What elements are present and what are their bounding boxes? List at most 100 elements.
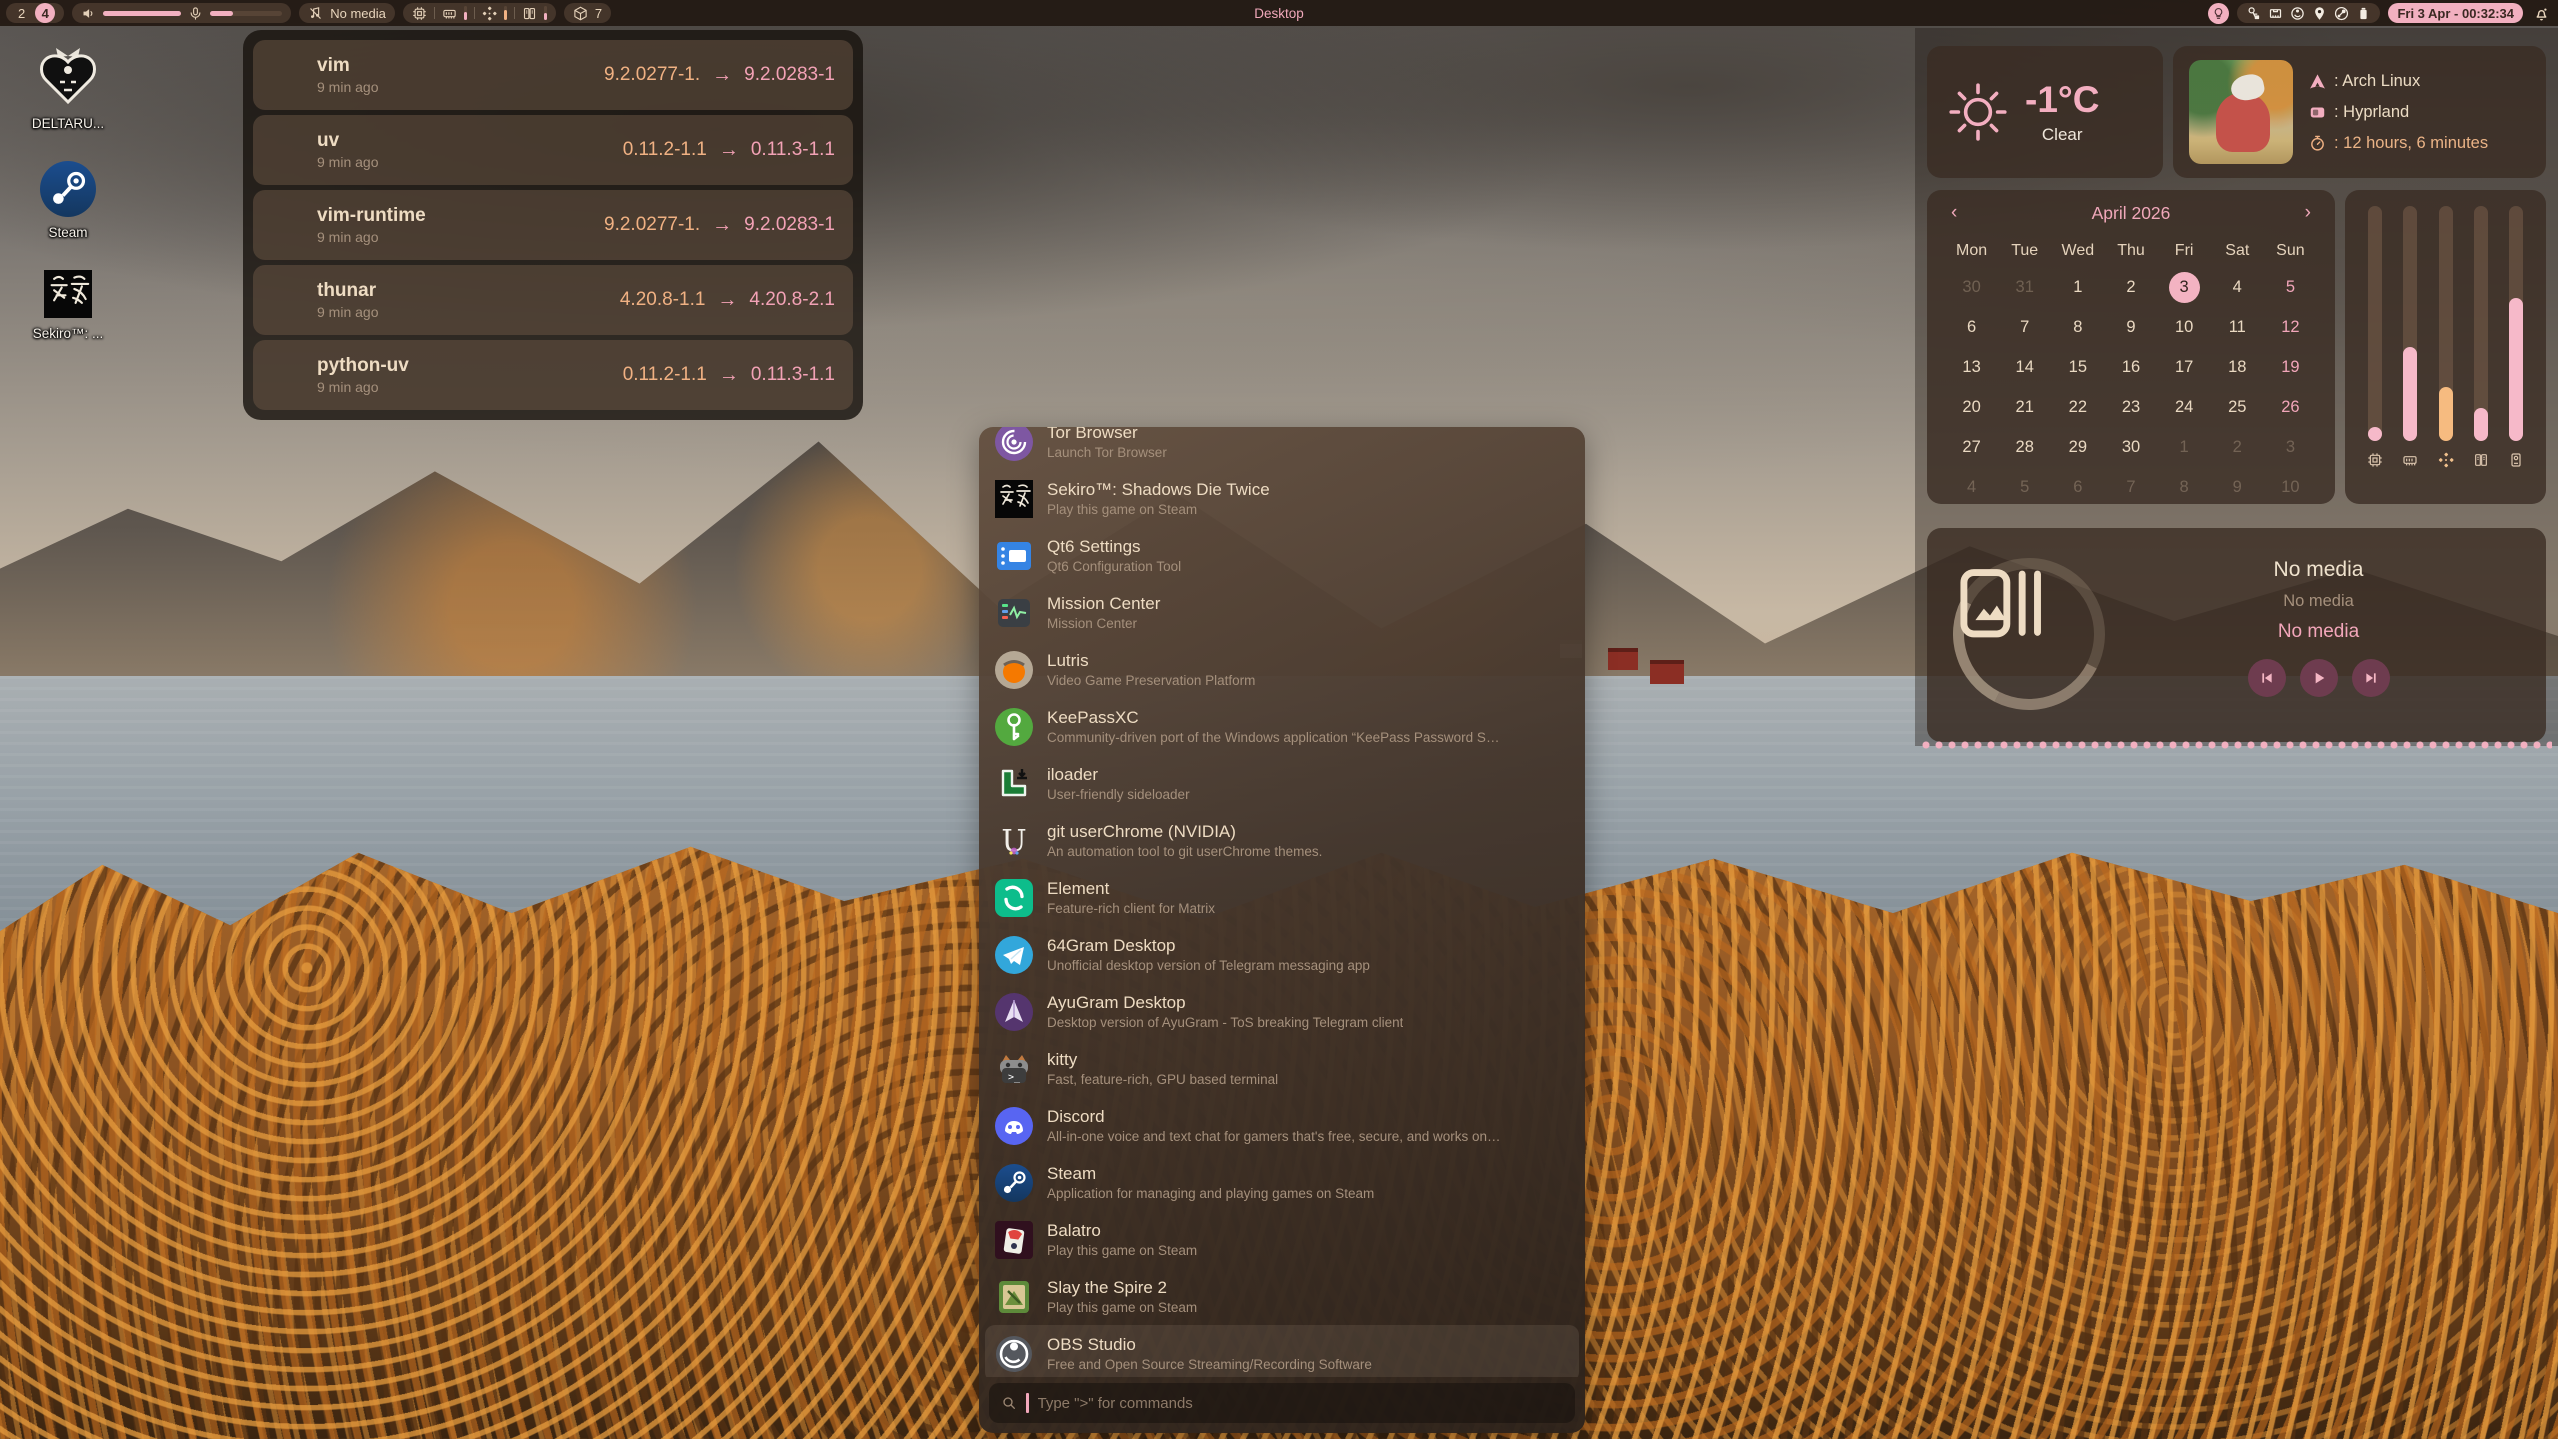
battery-tray-icon[interactable] — [2356, 6, 2371, 21]
calendar-day[interactable]: 10 — [2264, 469, 2317, 506]
calendar-day[interactable]: 9 — [2104, 309, 2157, 346]
calendar-day[interactable]: 27 — [1945, 429, 1998, 466]
calendar-day[interactable]: 12 — [2264, 309, 2317, 346]
launcher-item-git-userchrome-nvidia[interactable]: Ugit userChrome (NVIDIA)An automation to… — [979, 812, 1585, 869]
steam-icon — [40, 161, 96, 217]
audio-module[interactable] — [72, 3, 291, 23]
desktop-icon-steam[interactable]: Steam — [40, 161, 96, 240]
update-card-thunar[interactable]: thunar9 min ago4.20.8-1.1→4.20.8-2.1 — [253, 265, 853, 335]
calendar-day[interactable]: 16 — [2104, 349, 2157, 386]
calendar-day[interactable]: 5 — [2264, 269, 2317, 306]
calendar-day[interactable]: 28 — [1998, 429, 2051, 466]
calendar-day[interactable]: 10 — [2158, 309, 2211, 346]
update-card-vim-runtime[interactable]: vim-runtime9 min ago9.2.0277-1.→9.2.0283… — [253, 190, 853, 260]
launcher-item-steam[interactable]: SteamApplication for managing and playin… — [979, 1154, 1585, 1211]
ayugram-icon — [995, 993, 1033, 1031]
calendar-day[interactable]: 19 — [2264, 349, 2317, 386]
notifications-bell-icon[interactable] — [2533, 5, 2550, 22]
calendar-day[interactable]: 15 — [2051, 349, 2104, 386]
launcher-item-obs-studio[interactable]: OBS StudioFree and Open Source Streaming… — [985, 1325, 1579, 1377]
launcher-item-64gram-desktop[interactable]: 64Gram DesktopUnofficial desktop version… — [979, 926, 1585, 983]
launcher-item-ayugram-desktop[interactable]: AyuGram DesktopDesktop version of AyuGra… — [979, 983, 1585, 1040]
calendar-day[interactable]: 6 — [1945, 309, 1998, 346]
calendar-day[interactable]: 13 — [1945, 349, 1998, 386]
launcher-search-input[interactable] — [1038, 1395, 1564, 1412]
calendar-day[interactable]: 14 — [1998, 349, 2051, 386]
calendar-day[interactable]: 18 — [2211, 349, 2264, 386]
calendar-day[interactable]: 26 — [2264, 389, 2317, 426]
obs-tray-icon[interactable] — [2290, 6, 2305, 21]
launcher-item-tor-browser[interactable]: Tor BrowserLaunch Tor Browser — [979, 427, 1585, 470]
launcher-item-keepassxc[interactable]: KeePassXCCommunity-driven port of the Wi… — [979, 698, 1585, 755]
calendar-prev-button[interactable]: ‹ — [1945, 202, 1963, 224]
update-names: python-uv9 min ago — [317, 355, 409, 395]
calendar-day[interactable]: 8 — [2051, 309, 2104, 346]
calendar-day[interactable]: 20 — [1945, 389, 1998, 426]
calendar-day[interactable]: 30 — [2104, 429, 2157, 466]
calendar-day[interactable]: 2 — [2104, 269, 2157, 306]
calendar-day[interactable]: 29 — [2051, 429, 2104, 466]
launcher-item-kitty[interactable]: >_kittyFast, feature-rich, GPU based ter… — [979, 1040, 1585, 1097]
workspace-4-active[interactable]: 4 — [35, 3, 55, 23]
calendar-day[interactable]: 9 — [2211, 469, 2264, 506]
launcher-item-slay-the-spire-2[interactable]: Slay the Spire 2Play this game on Steam — [979, 1268, 1585, 1325]
calendar-day[interactable]: 25 — [2211, 389, 2264, 426]
ram-icon — [442, 6, 457, 21]
calendar-day[interactable]: 17 — [2158, 349, 2211, 386]
calendar-day[interactable]: 11 — [2211, 309, 2264, 346]
calendar-day[interactable]: 4 — [2211, 269, 2264, 306]
calendar-day[interactable]: 24 — [2158, 389, 2211, 426]
update-card-uv[interactable]: uv9 min ago0.11.2-1.1→0.11.3-1.1 — [253, 115, 853, 185]
launcher-item-balatro[interactable]: BalatroPlay this game on Steam — [979, 1211, 1585, 1268]
media-play-button[interactable] — [2300, 659, 2338, 697]
calendar-day[interactable]: 21 — [1998, 389, 2051, 426]
network-tray-icon[interactable] — [2268, 6, 2283, 21]
steam-tray-icon[interactable] — [2334, 6, 2349, 21]
calendar-day[interactable]: 7 — [2104, 469, 2157, 506]
location-tray-icon[interactable] — [2312, 6, 2327, 21]
volume-slider[interactable] — [103, 11, 181, 16]
calendar-day[interactable]: 22 — [2051, 389, 2104, 426]
calendar-next-button[interactable]: › — [2299, 202, 2317, 224]
desktop-icon-sekiro[interactable]: Sekiro™: ... — [33, 270, 104, 341]
launcher-item-mission-center[interactable]: Mission CenterMission Center — [979, 584, 1585, 641]
updates-module[interactable]: 7 — [564, 3, 611, 23]
calendar-day[interactable]: 31 — [1998, 269, 2051, 306]
calendar-day[interactable]: 1 — [2051, 269, 2104, 306]
keepassxc-tray-icon[interactable] — [2246, 6, 2261, 21]
launcher-item-description: Fast, feature-rich, GPU based terminal — [1047, 1072, 1278, 1087]
launcher-item-iloader[interactable]: iloaderUser-friendly sideloader — [979, 755, 1585, 812]
calendar-day[interactable]: 4 — [1945, 469, 1998, 506]
mic-slider[interactable] — [210, 11, 282, 16]
calendar-day[interactable]: 23 — [2104, 389, 2157, 426]
update-card-python-uv[interactable]: python-uv9 min ago0.11.2-1.1→0.11.3-1.1 — [253, 340, 853, 410]
calendar-day[interactable]: 5 — [1998, 469, 2051, 506]
calendar-day[interactable]: 1 — [2158, 429, 2211, 466]
calendar-day[interactable]: 2 — [2211, 429, 2264, 466]
calendar-day[interactable]: 3 — [2158, 269, 2211, 306]
launcher-item-sekiro-shadows-die-twice[interactable]: Sekiro™: Shadows Die TwicePlay this game… — [979, 470, 1585, 527]
launcher-item-qt6-settings[interactable]: Qt6 SettingsQt6 Configuration Tool — [979, 527, 1585, 584]
media-previous-button[interactable] — [2248, 659, 2286, 697]
clock-module[interactable]: Fri 3 Apr - 00:32:34 — [2388, 3, 2523, 23]
launcher-item-discord[interactable]: DiscordAll-in-one voice and text chat fo… — [979, 1097, 1585, 1154]
calendar-day[interactable]: 30 — [1945, 269, 1998, 306]
calendar-day[interactable]: 3 — [2264, 429, 2317, 466]
userchrome-icon: U — [995, 822, 1033, 860]
launcher-item-lutris[interactable]: LutrisVideo Game Preservation Platform — [979, 641, 1585, 698]
text-caret — [1026, 1393, 1029, 1413]
desktop-icon-deltaru[interactable]: DELTARU... — [32, 44, 104, 131]
media-next-button[interactable] — [2352, 659, 2390, 697]
media-module[interactable]: No media — [299, 3, 395, 23]
drives-stat-column — [2473, 206, 2489, 490]
system-stats-module[interactable] — [403, 3, 556, 23]
launcher-item-element[interactable]: ElementFeature-rich client for Matrix — [979, 869, 1585, 926]
calendar-day[interactable]: 7 — [1998, 309, 2051, 346]
idle-inhibitor-button[interactable] — [2208, 3, 2229, 24]
workspace-2[interactable]: 2 — [15, 6, 28, 21]
calendar-day[interactable]: 8 — [2158, 469, 2211, 506]
calendar-day[interactable]: 6 — [2051, 469, 2104, 506]
update-card-vim[interactable]: vim9 min ago9.2.0277-1.→9.2.0283-1 — [253, 40, 853, 110]
launcher-search-bar[interactable] — [989, 1383, 1575, 1423]
workspaces-module[interactable]: 2 4 — [6, 3, 64, 23]
